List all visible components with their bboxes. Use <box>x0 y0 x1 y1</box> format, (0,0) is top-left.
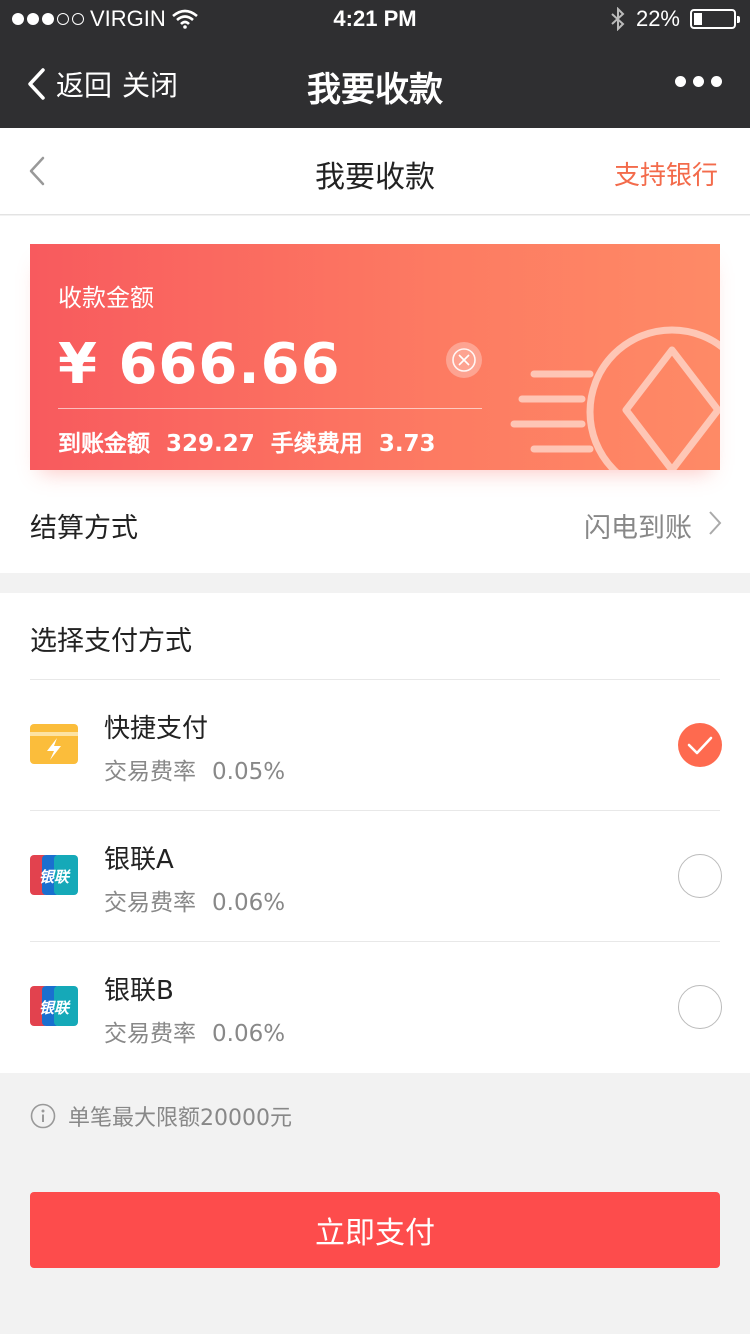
rate-label: 交易费率 <box>104 759 196 785</box>
battery-percent: 22% <box>635 6 680 31</box>
supported-banks-link[interactable]: 支持银行 <box>614 155 718 192</box>
coin-decoration-icon <box>510 326 720 470</box>
rate-value: 0.06% <box>212 890 286 916</box>
amount-section: 收款金额 ¥ 666.66 到账金额 329.27 手续费用 3.73 结算方式… <box>0 216 750 573</box>
check-icon <box>687 736 713 755</box>
payment-section: 选择支付方式 快捷支付 交易费率 0.05% 银联 银联A 交易费率 0.06% <box>0 593 750 1073</box>
pay-now-button[interactable]: 立即支付 <box>30 1192 720 1268</box>
unionpay-icon: 银联 <box>30 855 78 895</box>
payment-rate: 交易费率 0.06% <box>104 883 285 917</box>
payment-rate: 交易费率 0.06% <box>104 1014 285 1048</box>
payment-name: 银联B <box>104 976 174 1006</box>
info-icon <box>30 1103 56 1129</box>
page-back-icon[interactable] <box>28 156 46 186</box>
radio-unselected[interactable] <box>678 985 722 1029</box>
settlement-label: 结算方式 <box>30 513 138 544</box>
received-label: 到账金额 <box>58 431 150 457</box>
nav-back-close: 返回 关闭 <box>26 64 178 104</box>
payment-option-quick[interactable]: 快捷支付 交易费率 0.05% <box>0 680 750 811</box>
rate-value: 0.05% <box>212 759 286 785</box>
settlement-value: 闪电到账 <box>584 513 692 544</box>
rate-label: 交易费率 <box>104 890 196 916</box>
radio-selected[interactable] <box>678 723 722 767</box>
unionpay-icon: 银联 <box>30 986 78 1026</box>
payment-section-title: 选择支付方式 <box>30 626 192 657</box>
clear-icon <box>452 348 476 372</box>
limit-note: 单笔最大限额20000元 <box>30 1100 292 1132</box>
back-arrow-icon[interactable] <box>26 67 46 101</box>
amount-card: 收款金额 ¥ 666.66 到账金额 329.27 手续费用 3.73 <box>30 244 720 470</box>
payment-rate: 交易费率 0.05% <box>104 752 285 786</box>
clear-amount-button[interactable] <box>446 342 482 378</box>
back-button[interactable]: 返回 <box>56 64 112 104</box>
unionpay-icon-text: 银联 <box>39 999 71 1017</box>
radio-unselected[interactable] <box>678 854 722 898</box>
payment-option-unionpay-a[interactable]: 银联 银联A 交易费率 0.06% <box>0 811 750 942</box>
settlement-row[interactable]: 结算方式 闪电到账 <box>0 478 750 573</box>
fee-value: 3.73 <box>378 431 436 457</box>
chevron-right-icon <box>709 511 722 535</box>
unionpay-icon-text: 银联 <box>39 868 71 886</box>
battery-icon <box>690 9 740 29</box>
quick-pay-card-icon <box>30 724 78 764</box>
nav-bar: 返回 关闭 我要收款 <box>0 40 750 128</box>
payment-name: 快捷支付 <box>104 714 209 744</box>
payment-option-unionpay-b[interactable]: 银联 银联B 交易费率 0.06% <box>0 942 750 1073</box>
rate-label: 交易费率 <box>104 1021 196 1047</box>
more-options-icon[interactable] <box>675 76 722 87</box>
amount-label: 收款金额 <box>58 284 154 312</box>
close-button[interactable]: 关闭 <box>122 64 178 104</box>
payment-name: 银联A <box>104 845 174 875</box>
status-right: 22% <box>610 6 740 32</box>
amount-value[interactable]: ¥ 666.66 <box>58 332 341 397</box>
limit-text: 单笔最大限额20000元 <box>68 1106 292 1131</box>
page-header: 我要收款 支持银行 <box>0 128 750 215</box>
amount-breakdown: 到账金额 329.27 手续费用 3.73 <box>58 424 444 458</box>
rate-value: 0.06% <box>212 1021 286 1047</box>
amount-divider <box>58 408 482 409</box>
fee-label: 手续费用 <box>270 431 363 457</box>
status-bar: VIRGIN 4:21 PM 22% <box>0 0 750 40</box>
bluetooth-icon <box>611 7 625 31</box>
received-value: 329.27 <box>166 431 255 457</box>
